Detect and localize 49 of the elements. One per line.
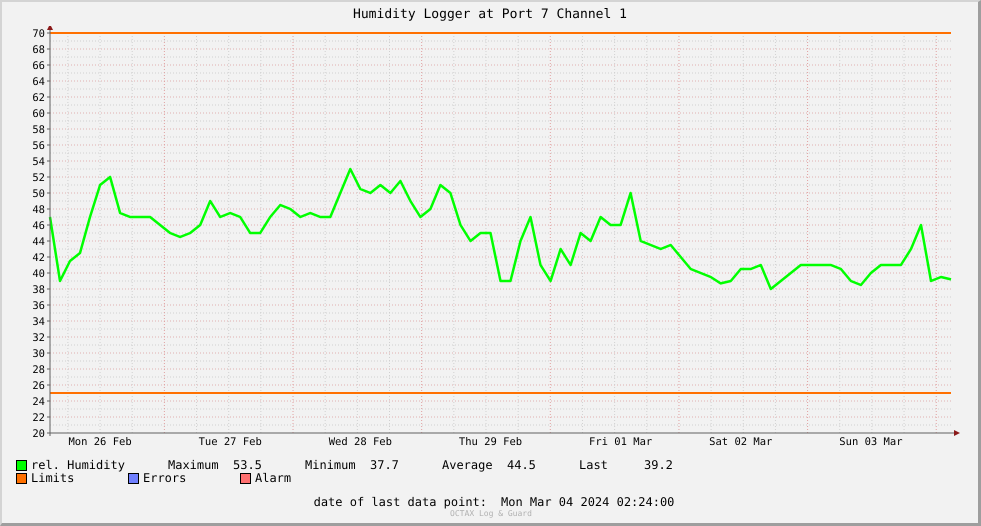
axis-tick-label: 40 (32, 268, 45, 280)
stat-label: Average (442, 459, 494, 472)
axis-tick-label: Fri 01 Mar (589, 436, 652, 448)
axis-tick-label: 70 (32, 28, 45, 40)
axis-tick-label: 62 (32, 92, 45, 104)
axis-tick-label: Mon 26 Feb (68, 436, 132, 448)
axis-tick-label: 20 (32, 428, 45, 440)
axis-tick-label: 30 (32, 348, 45, 360)
axis-tick-label: 24 (32, 396, 45, 408)
axis-tick-label: 32 (32, 332, 45, 344)
axis-tick-label: 50 (32, 188, 45, 200)
axis-tick-label: Sat 02 Mar (709, 436, 772, 448)
last-data-date: Mon Mar 04 2024 02:24:00 (501, 496, 674, 509)
axis-tick-label: Tue 27 Feb (198, 436, 262, 448)
legend-label: Limits (31, 472, 74, 485)
axis-tick-label: Thu 29 Feb (458, 436, 522, 448)
stat-label: Maximum (168, 459, 220, 472)
watermark-text: OCTAX Log & Guard (449, 509, 533, 518)
axis-tick-label: 44 (32, 236, 45, 248)
stat-value: 53.5 (233, 459, 262, 472)
axis-tick-label: 58 (32, 124, 45, 136)
legend-label: rel. Humidity (31, 459, 125, 472)
stat-value: 37.7 (370, 459, 399, 472)
axis-tick-label: 66 (32, 60, 45, 72)
stat-value: 44.5 (507, 459, 536, 472)
axis-tick-label: 54 (32, 156, 45, 168)
axis-tick-label: Wed 28 Feb (328, 436, 392, 448)
axis-tick-label: 34 (32, 316, 45, 328)
legend-label: Errors (143, 472, 186, 485)
axis-tick-label: 38 (32, 284, 45, 296)
legend-label: Alarm (255, 472, 292, 485)
axis-tick-label: 22 (32, 412, 45, 424)
chart-title: Humidity Logger at Port 7 Channel 1 (352, 6, 628, 24)
axis-tick-label: 46 (32, 220, 45, 232)
axis-tick-label: 60 (32, 108, 45, 120)
stat-label: Last (579, 459, 609, 472)
last-data-label: date of last data point: (314, 496, 487, 509)
axis-tick-label: 68 (32, 44, 45, 56)
stat-label: Minimum (305, 459, 357, 472)
stat-value: 39.2 (644, 459, 673, 472)
axis-tick-label: 28 (32, 364, 45, 376)
axis-tick-label: 52 (32, 172, 45, 184)
axis-tick-label: 48 (32, 204, 45, 216)
axis-tick-label: 26 (32, 380, 45, 392)
axis-tick-label: 42 (32, 252, 45, 264)
axis-tick-label: Sun 03 Mar (839, 436, 903, 448)
axis-tick-label: 64 (32, 76, 45, 88)
axis-tick-label: 56 (32, 140, 45, 152)
axis-tick-label: 36 (32, 300, 45, 312)
